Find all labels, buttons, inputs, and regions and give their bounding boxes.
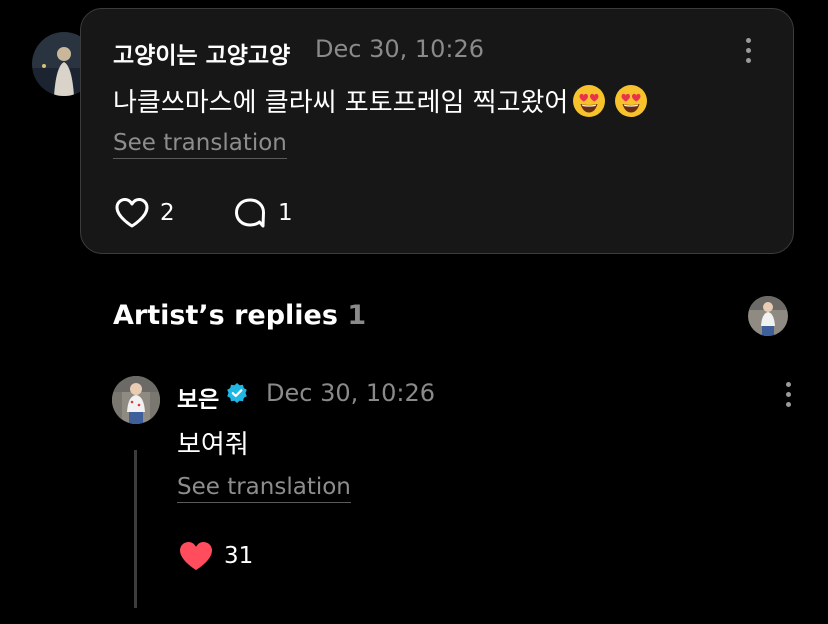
verified-badge-icon bbox=[227, 383, 247, 403]
like-heart-icon[interactable] bbox=[114, 197, 150, 229]
post-author-name[interactable]: 고양이는 고양고양 bbox=[113, 36, 290, 70]
post-timestamp: Dec 30, 10:26 bbox=[315, 35, 485, 63]
reply-author-avatar[interactable] bbox=[112, 376, 160, 424]
heart-eyes-emoji-icon bbox=[573, 85, 606, 117]
artist-replies-header: Artist’s replies 1 bbox=[113, 300, 366, 331]
artist-avatar-small[interactable] bbox=[748, 296, 788, 336]
artist-replies-count: 1 bbox=[347, 300, 367, 331]
heart-eyes-emoji-icon bbox=[615, 85, 648, 117]
reply-text: 보여줘 bbox=[177, 430, 249, 460]
post-comment-count: 1 bbox=[278, 200, 293, 226]
artist-replies-title: Artist’s replies bbox=[113, 300, 338, 331]
post-text-content: 나클쓰마스에 클라씨 포토프레임 찍고왔어 bbox=[113, 88, 569, 118]
reply-like-count: 31 bbox=[224, 543, 254, 569]
reply-more-options-icon[interactable] bbox=[785, 382, 793, 412]
post-text: 나클쓰마스에 클라씨 포토프레임 찍고왔어 bbox=[113, 82, 648, 119]
reply-timestamp: Dec 30, 10:26 bbox=[266, 379, 436, 407]
post-like-count: 2 bbox=[160, 200, 175, 226]
comment-bubble-icon[interactable] bbox=[233, 197, 267, 229]
liked-heart-icon[interactable] bbox=[178, 540, 214, 572]
reply-thread-line bbox=[134, 450, 137, 608]
post-see-translation-link[interactable]: See translation bbox=[113, 130, 287, 159]
reply-author-name[interactable]: 보은 bbox=[177, 380, 219, 414]
post-more-options-icon[interactable] bbox=[745, 38, 753, 68]
reply-see-translation-link[interactable]: See translation bbox=[177, 474, 351, 503]
